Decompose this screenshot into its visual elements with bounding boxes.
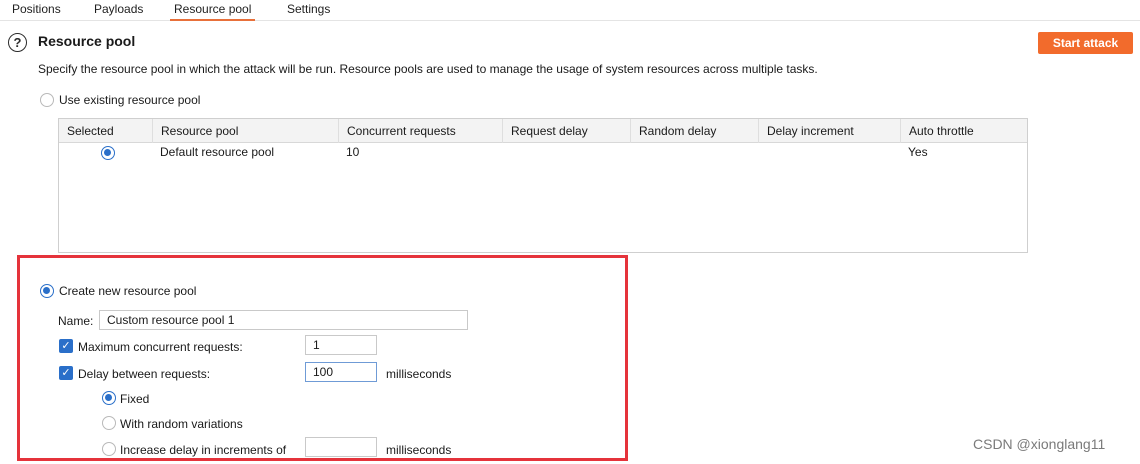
column-header-resource-pool[interactable]: Resource pool xyxy=(152,119,338,143)
tab-positions[interactable]: Positions xyxy=(8,2,65,19)
delay-increment-label: Increase delay in increments of xyxy=(120,443,287,457)
section-description: Specify the resource pool in which the a… xyxy=(38,62,818,76)
column-header-concurrent-requests[interactable]: Concurrent requests xyxy=(338,119,502,143)
resource-pool-table: Selected Resource pool Concurrent reques… xyxy=(58,118,1028,253)
max-concurrent-checkbox[interactable]: ✓ xyxy=(59,339,73,353)
table-header: Selected Resource pool Concurrent reques… xyxy=(59,119,1027,143)
cell-resource-pool: Default resource pool xyxy=(160,145,275,159)
delay-between-requests-input[interactable] xyxy=(305,362,377,382)
use-existing-pool-label: Use existing resource pool xyxy=(59,93,201,107)
row-selected-radio[interactable] xyxy=(101,146,115,160)
cell-auto-throttle: Yes xyxy=(908,145,928,159)
watermark: CSDN @xionglang11 xyxy=(973,436,1106,452)
tab-resource-pool[interactable]: Resource pool xyxy=(170,2,256,21)
pool-name-label: Name: xyxy=(58,314,94,328)
create-new-pool-radio[interactable] xyxy=(40,284,54,298)
delay-random-label: With random variations xyxy=(120,417,243,431)
pool-name-input[interactable] xyxy=(99,310,468,330)
max-concurrent-label: Maximum concurrent requests: xyxy=(78,340,243,354)
delay-random-radio[interactable] xyxy=(102,416,116,430)
delay-increment-unit-label: milliseconds xyxy=(386,443,452,457)
tab-settings[interactable]: Settings xyxy=(283,2,334,19)
delay-between-requests-label: Delay between requests: xyxy=(78,367,211,381)
delay-increment-radio[interactable] xyxy=(102,442,116,456)
cell-concurrent-requests: 10 xyxy=(346,145,360,159)
column-header-selected[interactable]: Selected xyxy=(59,119,152,143)
use-existing-pool-radio[interactable] xyxy=(40,93,54,107)
column-header-random-delay[interactable]: Random delay xyxy=(630,119,758,143)
column-header-delay-increment[interactable]: Delay increment xyxy=(758,119,900,143)
delay-increment-input[interactable] xyxy=(305,437,377,457)
create-new-pool-label: Create new resource pool xyxy=(59,284,197,298)
help-icon[interactable]: ? xyxy=(8,33,27,52)
column-header-request-delay[interactable]: Request delay xyxy=(502,119,630,143)
tab-payloads[interactable]: Payloads xyxy=(90,2,147,19)
start-attack-button[interactable]: Start attack xyxy=(1038,32,1133,54)
max-concurrent-input[interactable] xyxy=(305,335,377,355)
delay-unit-label: milliseconds xyxy=(386,367,452,381)
column-header-auto-throttle[interactable]: Auto throttle xyxy=(900,119,1027,143)
delay-fixed-radio[interactable] xyxy=(102,391,116,405)
section-title: Resource pool xyxy=(38,33,136,49)
delay-between-requests-checkbox[interactable]: ✓ xyxy=(59,366,73,380)
tab-bar: Positions Payloads Resource pool Setting… xyxy=(0,0,1140,21)
delay-fixed-label: Fixed xyxy=(120,392,150,406)
